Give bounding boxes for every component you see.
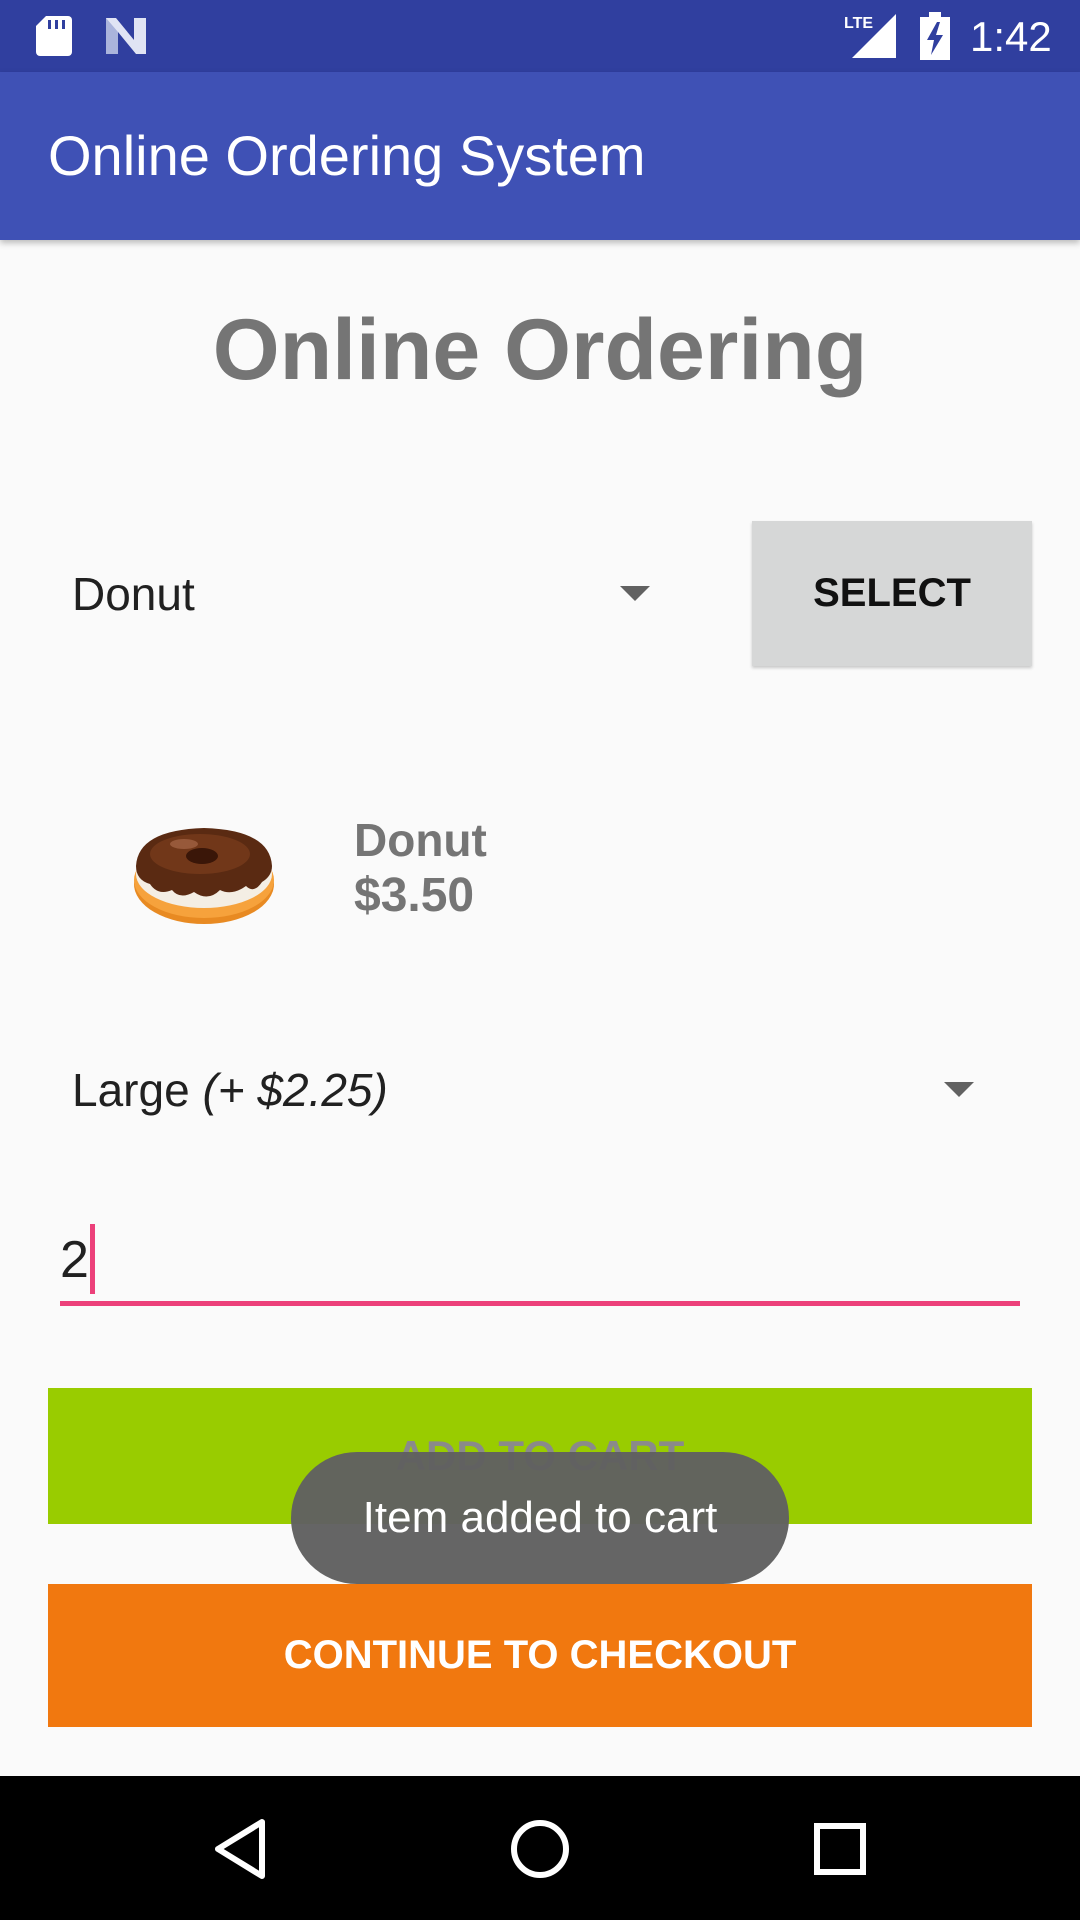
status-bar: LTE 1:42 [0,0,1080,72]
select-button[interactable]: SELECT [752,521,1032,666]
toast-message: Item added to cart [291,1452,789,1584]
svg-text:LTE: LTE [844,15,873,32]
text-cursor [90,1224,95,1294]
navigation-bar [0,1776,1080,1920]
donut-image [134,828,274,924]
home-icon[interactable] [502,1816,578,1882]
recents-icon[interactable] [800,1816,880,1882]
size-spinner[interactable]: Large (+ $2.25) [48,1030,1008,1150]
size-label: Large [72,1064,190,1116]
continue-to-checkout-button[interactable]: CONTINUE TO CHECKOUT [48,1584,1032,1727]
dropdown-arrow-icon [620,586,650,601]
item-spinner-value: Donut [72,568,195,620]
lte-signal-icon: LTE [844,14,896,58]
app-bar: Online Ordering System [0,72,1080,240]
product-name: Donut [354,814,487,866]
page-title: Online Ordering [212,302,868,398]
size-extra-price: (+ $2.25) [202,1064,388,1116]
back-icon[interactable] [210,1816,270,1882]
status-clock: 1:42 [970,13,1052,60]
quantity-input[interactable]: 2 [60,1220,1020,1306]
app-title: Online Ordering System [48,124,646,187]
n-notification-icon [106,18,146,54]
size-spinner-value: Large (+ $2.25) [72,1062,388,1118]
dropdown-arrow-icon [944,1082,974,1097]
product-price: $3.50 [354,869,475,922]
battery-charging-icon [920,12,950,60]
quantity-value: 2 [60,1231,89,1289]
sd-card-icon [36,16,72,56]
item-spinner[interactable]: Donut [48,528,688,658]
